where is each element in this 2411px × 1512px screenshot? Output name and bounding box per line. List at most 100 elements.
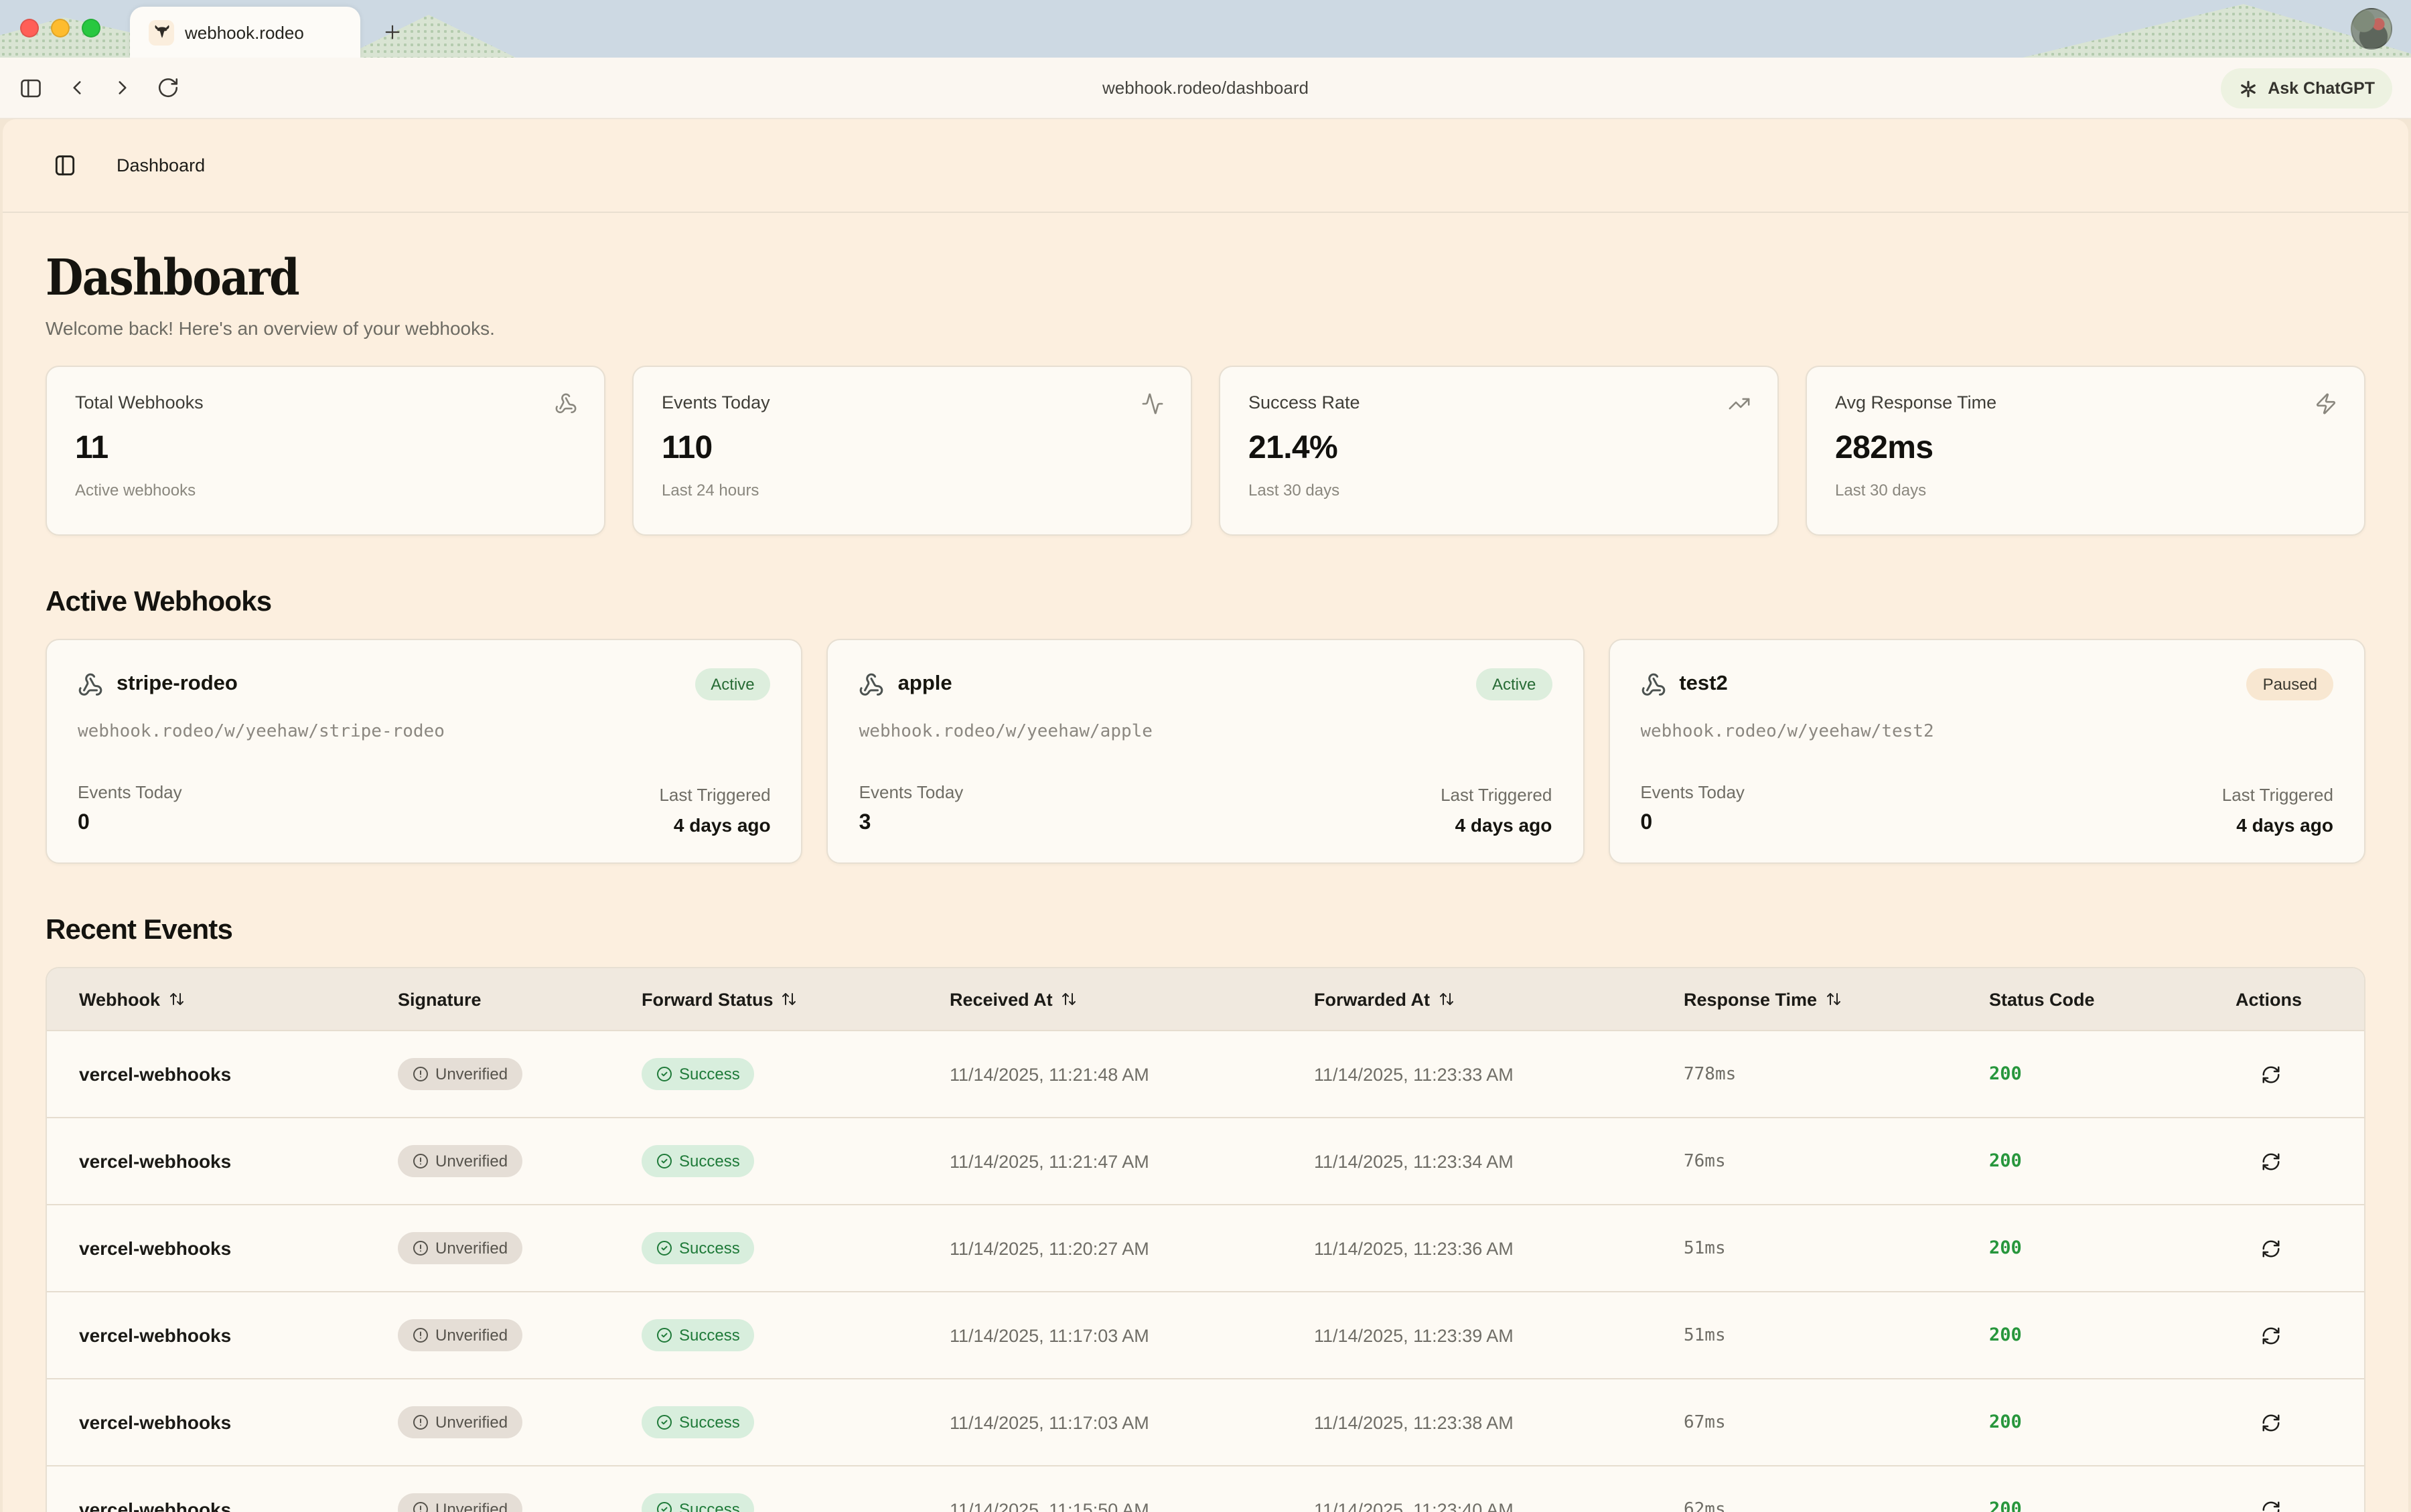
success-badge: Success <box>642 1406 755 1438</box>
page-title: Dashboard <box>46 248 299 307</box>
cell-received-at: 11/14/2025, 11:20:27 AM <box>918 1238 1282 1258</box>
last-triggered-value: 4 days ago <box>2222 814 2333 836</box>
stat-card-success-rate: Success Rate 21.4% Last 30 days <box>1219 366 1779 536</box>
last-triggered-label: Last Triggered <box>1441 785 1552 805</box>
signature-badge-label: Unverified <box>435 1239 508 1258</box>
webhook-url: webhook.rodeo/w/yeehaw/test2 <box>1640 722 2333 742</box>
cell-forwarded-at: 11/14/2025, 11:23:34 AM <box>1282 1151 1652 1171</box>
retry-icon[interactable] <box>2252 1055 2289 1093</box>
webhook-card-header: test2 Paused <box>1640 668 2333 700</box>
browser-tab[interactable]: webhook.rodeo <box>130 7 360 58</box>
unverified-badge: Unverified <box>398 1406 522 1438</box>
cell-forwarded-at: 11/14/2025, 11:23:38 AM <box>1282 1412 1652 1432</box>
minimize-window-button[interactable] <box>51 19 70 37</box>
stat-card-events-today: Events Today 110 Last 24 hours <box>632 366 1192 536</box>
retry-icon[interactable] <box>2252 1229 2289 1267</box>
retry-icon[interactable] <box>2252 1404 2289 1441</box>
page-subtitle: Welcome back! Here's an overview of your… <box>46 317 2365 339</box>
column-header-received-at[interactable]: Received At <box>918 989 1282 1009</box>
column-header-forward-status[interactable]: Forward Status <box>609 989 918 1009</box>
cell-received-at: 11/14/2025, 11:21:47 AM <box>918 1151 1282 1171</box>
table-row: vercel-webhooks Unverified Success <box>47 1291 2364 1378</box>
new-tab-button[interactable] <box>372 12 413 52</box>
cell-forward-status: Success <box>609 1406 918 1438</box>
ask-chatgpt-button[interactable]: Ask ChatGPT <box>2221 68 2392 108</box>
reload-button[interactable] <box>145 65 190 110</box>
webhook-card[interactable]: apple Active webhook.rodeo/w/yeehaw/appl… <box>827 639 1585 864</box>
retry-icon[interactable] <box>2252 1316 2289 1354</box>
cell-response-time: 778ms <box>1652 1064 1957 1084</box>
success-badge: Success <box>642 1319 755 1351</box>
breadcrumb[interactable]: Dashboard <box>117 155 205 175</box>
cell-received-at: 11/14/2025, 11:17:03 AM <box>918 1325 1282 1345</box>
zoom-window-button[interactable] <box>82 19 100 37</box>
unverified-badge: Unverified <box>398 1058 522 1090</box>
last-triggered-label: Last Triggered <box>659 785 770 805</box>
column-label: Signature <box>398 989 482 1009</box>
last-triggered-value: 4 days ago <box>1441 814 1552 836</box>
cell-response-time: 62ms <box>1652 1499 1957 1512</box>
column-header-status-code: Status Code <box>1957 989 2203 1009</box>
cell-webhook: vercel-webhooks <box>47 1325 366 1346</box>
table-row: vercel-webhooks Unverified Success <box>47 1465 2364 1512</box>
column-label: Forwarded At <box>1314 989 1430 1009</box>
browser-toolbar: webhook.rodeo/dashboard Ask ChatGPT <box>0 58 2411 119</box>
column-header-forwarded-at[interactable]: Forwarded At <box>1282 989 1652 1009</box>
table-row: vercel-webhooks Unverified Success <box>47 1204 2364 1291</box>
stat-label: Total Webhooks <box>75 392 576 412</box>
stat-label: Events Today <box>662 392 1163 412</box>
avatar[interactable] <box>2351 8 2392 50</box>
webhook-name: test2 <box>1679 672 1727 696</box>
forward-status-badge-label: Success <box>679 1326 740 1345</box>
cell-actions <box>2203 1316 2364 1354</box>
sidebar-toggle-icon[interactable] <box>8 65 54 110</box>
bull-favicon-icon <box>149 19 174 45</box>
cell-forwarded-at: 11/14/2025, 11:23:36 AM <box>1282 1238 1652 1258</box>
last-triggered-value: 4 days ago <box>659 814 770 836</box>
column-label: Webhook <box>79 989 160 1009</box>
back-button[interactable] <box>54 65 99 110</box>
success-badge: Success <box>642 1232 755 1264</box>
ask-chatgpt-label: Ask ChatGPT <box>2268 79 2375 98</box>
retry-icon[interactable] <box>2252 1142 2289 1180</box>
retry-icon[interactable] <box>2252 1491 2289 1512</box>
stat-caption: Last 30 days <box>1248 481 1749 500</box>
success-badge: Success <box>642 1145 755 1177</box>
cell-webhook: vercel-webhooks <box>47 1412 366 1433</box>
column-header-webhook[interactable]: Webhook <box>47 989 366 1009</box>
events-today-label: Events Today <box>78 782 182 802</box>
close-window-button[interactable] <box>20 19 39 37</box>
tab-strip: webhook.rodeo <box>0 0 2411 58</box>
column-header-response-time[interactable]: Response Time <box>1652 989 1957 1009</box>
cell-signature: Unverified <box>366 1319 609 1351</box>
stat-value: 282ms <box>1835 430 2336 467</box>
stat-value: 110 <box>662 430 1163 467</box>
cell-forward-status: Success <box>609 1232 918 1264</box>
cell-signature: Unverified <box>366 1145 609 1177</box>
forward-button[interactable] <box>99 65 145 110</box>
webhook-card[interactable]: test2 Paused webhook.rodeo/w/yeehaw/test… <box>1608 639 2365 864</box>
webhook-name: stripe-rodeo <box>117 672 238 696</box>
forward-status-badge-label: Success <box>679 1239 740 1258</box>
webhook-name: apple <box>898 672 952 696</box>
webhook-cards-row: stripe-rodeo Active webhook.rodeo/w/yeeh… <box>46 639 2365 864</box>
table-row: vercel-webhooks Unverified Success <box>47 1030 2364 1117</box>
activity-icon <box>1141 392 1164 415</box>
cell-status-code: 200 <box>1957 1150 2203 1172</box>
column-header-signature: Signature <box>366 989 609 1009</box>
panel-left-icon[interactable] <box>47 148 82 183</box>
mountain-decoration <box>342 15 516 58</box>
cell-status-code: 200 <box>1957 1325 2203 1346</box>
webhook-card-footer: Events Today 0 Last Triggered 4 days ago <box>78 782 771 836</box>
status-badge: Active <box>1476 668 1552 700</box>
webhook-card-footer: Events Today 0 Last Triggered 4 days ago <box>1640 782 2333 836</box>
cell-status-code: 200 <box>1957 1499 2203 1512</box>
events-today-value: 3 <box>859 812 964 836</box>
webhook-icon <box>555 392 577 415</box>
webhook-card[interactable]: stripe-rodeo Active webhook.rodeo/w/yeeh… <box>46 639 803 864</box>
webhook-icon <box>78 672 103 697</box>
address-bar[interactable] <box>830 66 1581 110</box>
cell-signature: Unverified <box>366 1058 609 1090</box>
webhook-card-header: stripe-rodeo Active <box>78 668 771 700</box>
webhook-card-footer: Events Today 3 Last Triggered 4 days ago <box>859 782 1552 836</box>
